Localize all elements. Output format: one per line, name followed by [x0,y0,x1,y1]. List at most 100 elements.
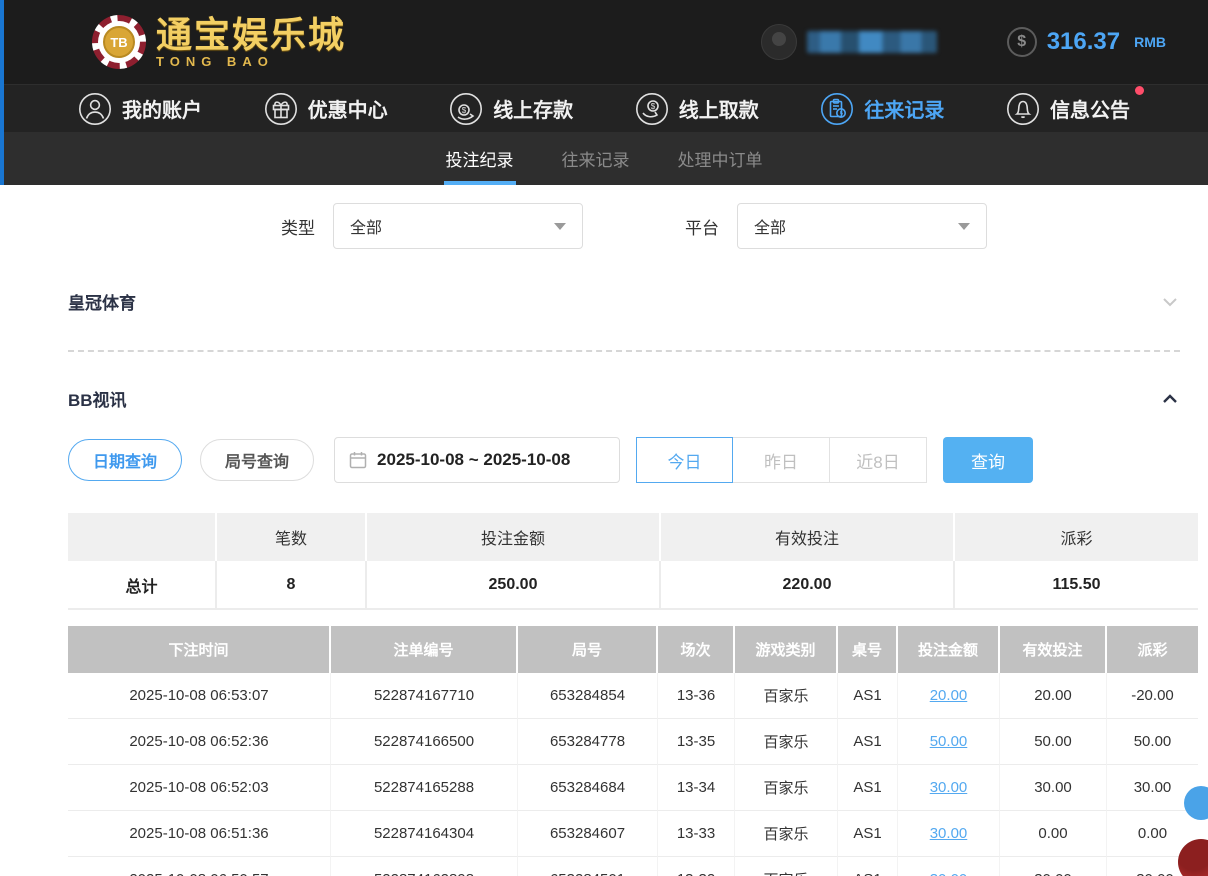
type-select-value: 全部 [350,214,382,238]
balance-display[interactable]: $ 316.37 RMB [1007,27,1166,57]
nav-label: 我的账户 [122,94,202,123]
section-bb-video[interactable]: BB视讯 [68,386,1180,411]
date-range-input[interactable]: 2025-10-08 ~ 2025-10-08 [334,437,620,483]
table-row: 2025-10-08 06:50:57522874162898653284501… [68,857,1198,876]
bet-table-header-row: 下注时间 注单编号 局号 场次 游戏类别 桌号 投注金额 有效投注 派彩 [68,626,1198,673]
game-type-cell: 百家乐 [735,765,838,811]
summary-header-payout: 派彩 [955,513,1198,561]
header-right: $ 316.37 RMB [761,0,1166,84]
summary-header-bet: 投注金额 [367,513,661,561]
bet-amount-link[interactable]: 30.00 [930,871,968,876]
round-query-button[interactable]: 局号查询 [200,439,314,481]
nav-item-withdraw[interactable]: $ 往来记录 线上取款 [635,92,759,126]
bet-amount-link[interactable]: 30.00 [898,765,1000,811]
site-logo[interactable]: TB 通宝娱乐城 TONG BAO [92,15,346,69]
bet-amount-link[interactable]: 50.00 [930,733,968,750]
summary-header-row: 笔数 投注金额 有效投注 派彩 [68,513,1198,561]
platform-select[interactable]: 全部 [737,203,987,249]
col-header-time: 下注时间 [68,626,331,673]
summary-header-count: 笔数 [217,513,367,561]
table-no-cell: AS1 [838,673,898,719]
order-no-cell: 522874167710 [331,673,518,719]
page: TB 通宝娱乐城 TONG BAO $ 316.37 RMB [0,0,1208,876]
logo-english-name: TONG BAO [156,55,346,68]
bet-records-table: 下注时间 注单编号 局号 场次 游戏类别 桌号 投注金额 有效投注 派彩 202… [68,626,1198,876]
col-header-table-no: 桌号 [838,626,898,673]
notification-dot [1135,86,1144,95]
svg-text:$: $ [462,106,467,115]
nav-item-announcements[interactable]: 信息公告 [1006,92,1130,126]
nav-label: 线上取款 [679,94,759,123]
game-type-cell: 百家乐 [735,811,838,857]
svg-text:$: $ [651,102,656,111]
summary-bet-value: 250.00 [367,561,661,610]
section-crown-sports[interactable]: 皇冠体育 [68,289,1180,314]
last-8-days-button[interactable]: 近8日 [830,437,927,483]
nav-item-deposit[interactable]: $ 线上存款 [449,92,573,126]
nav-label: 信息公告 [1050,94,1130,123]
bet-amount-link[interactable]: 30.00 [898,857,1000,876]
bet-amount-link[interactable]: 30.00 [930,825,968,842]
yesterday-button[interactable]: 昨日 [733,437,830,483]
chip-tb-monogram: TB [103,26,135,58]
chevron-down-icon[interactable] [1160,292,1180,312]
session-cell: 13-34 [658,765,735,811]
tab-pending-orders[interactable]: 处理中订单 [676,132,765,185]
user-avatar-icon [761,24,797,60]
today-button[interactable]: 今日 [636,437,733,483]
dollar-coin-icon: $ [1007,27,1037,57]
logo-text: 通宝娱乐城 TONG BAO [156,17,346,68]
table-no-cell: AS1 [838,719,898,765]
table-no-cell: AS1 [838,765,898,811]
col-header-bet-amount: 投注金额 [898,626,1000,673]
summary-table: 笔数 投注金额 有效投注 派彩 总计 8 250.00 220.00 115.5… [68,513,1198,610]
bet-amount-link[interactable]: 20.00 [898,673,1000,719]
main-nav: 我的账户 优惠中心 $ 线上存款 $ 往来记录 线 [0,84,1208,132]
tab-transaction-records[interactable]: 往来记录 [560,132,632,185]
session-cell: 13-36 [658,673,735,719]
bet-time-cell: 2025-10-08 06:50:57 [68,857,331,876]
nav-item-promotions[interactable]: 优惠中心 [264,92,388,126]
platform-filter-label: 平台 [685,214,719,239]
bet-amount-link[interactable]: 30.00 [930,779,968,796]
col-header-session: 场次 [658,626,735,673]
type-filter-label: 类型 [281,214,315,239]
nav-label: 线上存款 [493,94,573,123]
col-header-game-type: 游戏类别 [735,626,838,673]
table-no-cell: AS1 [838,857,898,876]
calendar-icon [349,451,367,469]
filter-row: 类型 全部 平台 全部 [281,203,1198,249]
bet-amount-link[interactable]: 50.00 [898,719,1000,765]
summary-total-row: 总计 8 250.00 220.00 115.50 [68,561,1198,610]
chevron-up-icon[interactable] [1160,389,1180,409]
date-query-button[interactable]: 日期查询 [68,439,182,481]
order-no-cell: 522874165288 [331,765,518,811]
bet-amount-link[interactable]: 20.00 [930,687,968,704]
quick-date-group: 今日 昨日 近8日 [636,437,927,483]
summary-header-empty [68,513,217,561]
bet-amount-link[interactable]: 30.00 [898,811,1000,857]
nav-item-my-account[interactable]: 我的账户 [78,92,202,126]
order-no-cell: 522874164304 [331,811,518,857]
platform-select-value: 全部 [754,214,786,238]
type-select[interactable]: 全部 [333,203,583,249]
summary-count-value: 8 [217,561,367,610]
bell-icon [1006,92,1040,126]
tab-bet-records[interactable]: 投注纪录 [444,132,516,185]
valid-bet-cell: 0.00 [1000,811,1107,857]
subtab-bar: 投注纪录 往来记录 处理中订单 [0,132,1208,185]
col-header-order-no: 注单编号 [331,626,518,673]
order-no-cell: 522874166500 [331,719,518,765]
table-no-cell: AS1 [838,811,898,857]
bet-table-body: 2025-10-08 06:53:07522874167710653284854… [68,673,1198,876]
chevron-down-icon [958,223,970,230]
user-account[interactable] [761,24,937,60]
gift-icon [264,92,298,126]
nav-item-records[interactable]: 往来记录 [820,92,944,126]
round-no-cell: 653284684 [518,765,658,811]
records-clipboard-icon [820,92,854,126]
bet-time-cell: 2025-10-08 06:52:03 [68,765,331,811]
section-title: 皇冠体育 [68,289,136,314]
search-button[interactable]: 查询 [943,437,1033,483]
window-edge-strip [0,0,4,185]
